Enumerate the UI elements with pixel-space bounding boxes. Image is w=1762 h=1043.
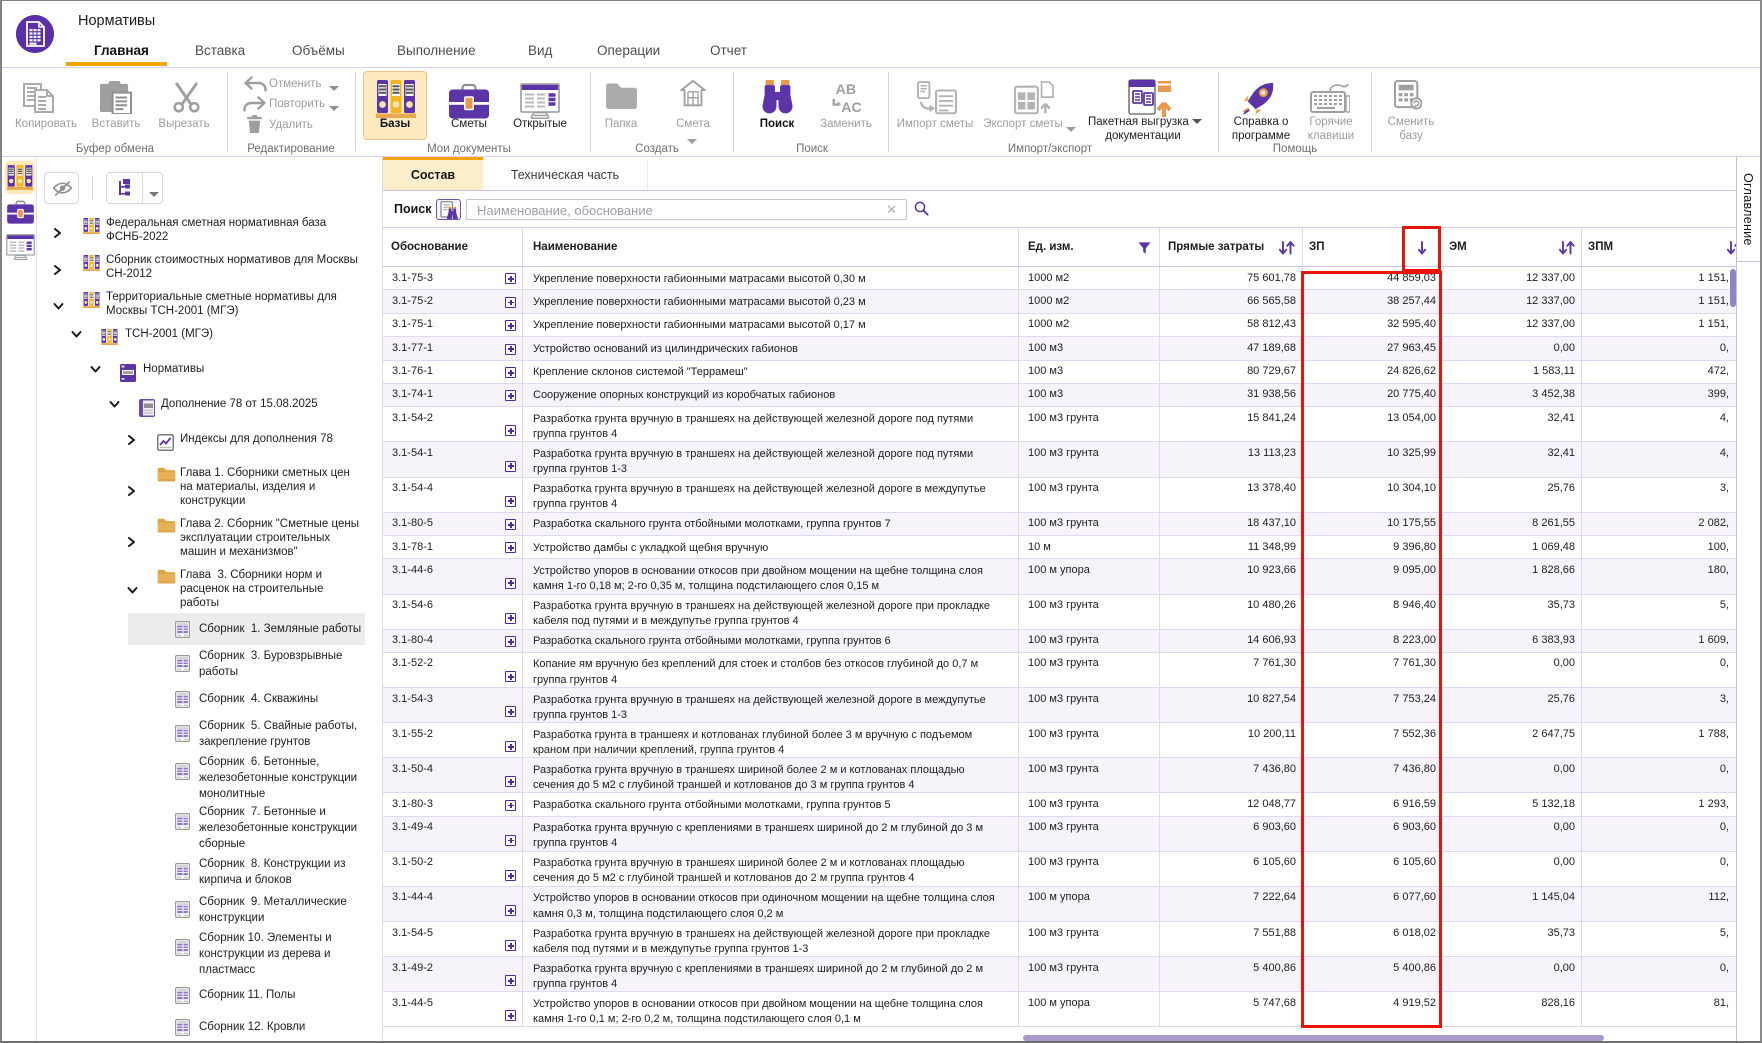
svg-text:AB: AB: [836, 82, 856, 98]
svg-text:AC: AC: [841, 100, 861, 115]
